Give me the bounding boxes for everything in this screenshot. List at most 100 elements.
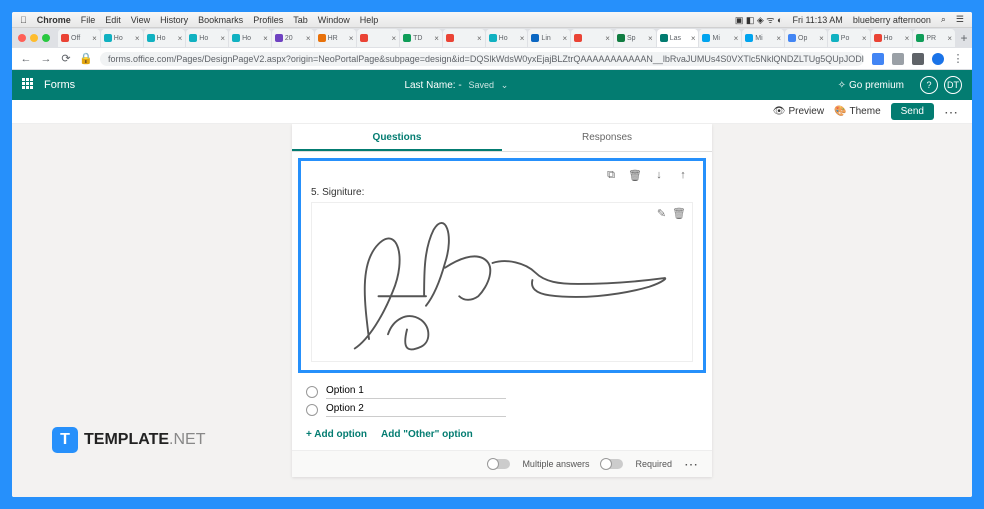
- close-tab-icon[interactable]: ×: [648, 34, 653, 43]
- browser-tab[interactable]: Ho×: [101, 29, 143, 47]
- radio-icon[interactable]: [306, 404, 318, 416]
- browser-tab[interactable]: HR×: [315, 29, 357, 47]
- radio-icon[interactable]: [306, 386, 318, 398]
- extension-3[interactable]: [912, 53, 924, 65]
- browser-tab[interactable]: Ho×: [871, 29, 913, 47]
- add-other-button[interactable]: Add "Other" option: [381, 429, 473, 440]
- browser-tab[interactable]: Sp×: [614, 29, 656, 47]
- favicon: [61, 34, 69, 42]
- browser-tab[interactable]: Lin×: [528, 29, 570, 47]
- close-tab-icon[interactable]: ×: [391, 34, 396, 43]
- menu-profiles[interactable]: Profiles: [253, 15, 283, 25]
- tab-responses[interactable]: Responses: [502, 124, 712, 151]
- menu-edit[interactable]: Edit: [105, 15, 121, 25]
- close-tab-icon[interactable]: ×: [349, 34, 354, 43]
- close-tab-icon[interactable]: ×: [605, 34, 610, 43]
- spotlight-icon[interactable]: ⌕: [941, 14, 946, 25]
- copy-icon[interactable]: ⧉: [605, 169, 617, 181]
- close-tab-icon[interactable]: ×: [135, 34, 140, 43]
- close-tab-icon[interactable]: ×: [819, 34, 824, 43]
- menu-tab[interactable]: Tab: [293, 15, 308, 25]
- back-button[interactable]: ←: [20, 53, 32, 65]
- close-tab-icon[interactable]: ×: [92, 34, 97, 43]
- close-tab-icon[interactable]: ×: [477, 34, 482, 43]
- add-option-button[interactable]: Add option: [306, 429, 367, 440]
- menu-bookmarks[interactable]: Bookmarks: [198, 15, 243, 25]
- browser-tab[interactable]: Mi×: [699, 29, 741, 47]
- question-title[interactable]: Signiture:: [322, 187, 364, 198]
- option-1-label[interactable]: Option 1: [326, 385, 506, 399]
- browser-tab[interactable]: TD×: [400, 29, 442, 47]
- close-tab-icon[interactable]: ×: [691, 34, 696, 43]
- form-title[interactable]: Last Name:: [404, 80, 455, 91]
- address-bar[interactable]: forms.office.com/Pages/DesignPageV2.aspx…: [100, 52, 864, 66]
- close-tab-icon[interactable]: ×: [905, 34, 910, 43]
- required-toggle[interactable]: [601, 459, 623, 469]
- preview-button[interactable]: 👁Preview: [773, 106, 824, 117]
- close-tab-icon[interactable]: ×: [563, 34, 568, 43]
- close-tab-icon[interactable]: ×: [178, 34, 183, 43]
- option-2-label[interactable]: Option 2: [326, 403, 506, 417]
- chrome-menu[interactable]: ⋮: [952, 53, 964, 65]
- forms-app-label[interactable]: Forms: [44, 79, 75, 91]
- close-tab-icon[interactable]: ×: [776, 34, 781, 43]
- account-avatar[interactable]: DT: [944, 76, 962, 94]
- signature-image-box[interactable]: ✎ 🗑: [311, 202, 693, 362]
- close-tab-icon[interactable]: ×: [947, 34, 952, 43]
- move-down-icon[interactable]: ↓: [653, 169, 665, 181]
- apple-icon[interactable]: : [20, 15, 27, 25]
- move-up-icon[interactable]: ↑: [677, 169, 689, 181]
- send-button[interactable]: Send: [891, 103, 934, 120]
- menu-window[interactable]: Window: [318, 15, 350, 25]
- reload-button[interactable]: ⟳: [60, 53, 72, 65]
- delete-image-icon[interactable]: 🗑: [672, 207, 686, 220]
- help-button[interactable]: ?: [920, 76, 938, 94]
- close-tab-icon[interactable]: ×: [434, 34, 439, 43]
- menu-history[interactable]: History: [160, 15, 188, 25]
- window-controls[interactable]: [18, 34, 50, 42]
- browser-tab[interactable]: ×: [571, 29, 613, 47]
- close-tab-icon[interactable]: ×: [862, 34, 867, 43]
- profile-avatar[interactable]: [932, 53, 944, 65]
- browser-tab[interactable]: Ho×: [229, 29, 271, 47]
- browser-tab[interactable]: ×: [443, 29, 485, 47]
- close-tab-icon[interactable]: ×: [220, 34, 225, 43]
- extension-2[interactable]: [892, 53, 904, 65]
- close-tab-icon[interactable]: ×: [263, 34, 268, 43]
- trash-icon[interactable]: 🗑: [629, 169, 641, 181]
- question-more-menu[interactable]: ⋯: [684, 457, 698, 471]
- close-tab-icon[interactable]: ×: [734, 34, 739, 43]
- menu-help[interactable]: Help: [360, 15, 379, 25]
- browser-tab[interactable]: Mi×: [742, 29, 784, 47]
- multiple-answers-toggle[interactable]: [488, 459, 510, 469]
- browser-tab[interactable]: Las×: [657, 29, 699, 47]
- app-name[interactable]: Chrome: [37, 15, 71, 25]
- browser-tab[interactable]: Off×: [58, 29, 100, 47]
- theme-button[interactable]: 🎨Theme: [834, 106, 881, 117]
- browser-tab[interactable]: Ho×: [144, 29, 186, 47]
- new-tab-button[interactable]: +: [956, 31, 972, 45]
- close-tab-icon[interactable]: ×: [306, 34, 311, 43]
- menu-view[interactable]: View: [131, 15, 150, 25]
- tab-questions[interactable]: Questions: [292, 124, 502, 151]
- browser-tab[interactable]: Op×: [785, 29, 827, 47]
- app-launcher-icon[interactable]: [22, 78, 36, 92]
- more-menu[interactable]: ⋯: [944, 105, 958, 119]
- go-premium-button[interactable]: ✧ Go premium: [838, 80, 904, 91]
- edit-icon[interactable]: ✎: [657, 207, 666, 220]
- browser-tab[interactable]: Ho×: [186, 29, 228, 47]
- extension-1[interactable]: [872, 53, 884, 65]
- control-center-icon[interactable]: ☰: [956, 14, 964, 25]
- menu-file[interactable]: File: [81, 15, 96, 25]
- user[interactable]: blueberry afternoon: [853, 15, 931, 25]
- favicon: [660, 34, 668, 42]
- browser-tab[interactable]: 20×: [272, 29, 314, 47]
- option-row-2: Option 2: [306, 403, 698, 417]
- close-tab-icon[interactable]: ×: [520, 34, 525, 43]
- browser-tab[interactable]: Ho×: [486, 29, 528, 47]
- browser-tab[interactable]: Po×: [828, 29, 870, 47]
- browser-tab[interactable]: PR×: [913, 29, 955, 47]
- browser-tab[interactable]: ×: [357, 29, 399, 47]
- forward-button[interactable]: →: [40, 53, 52, 65]
- status-chevron-icon[interactable]: ⌄: [501, 80, 509, 90]
